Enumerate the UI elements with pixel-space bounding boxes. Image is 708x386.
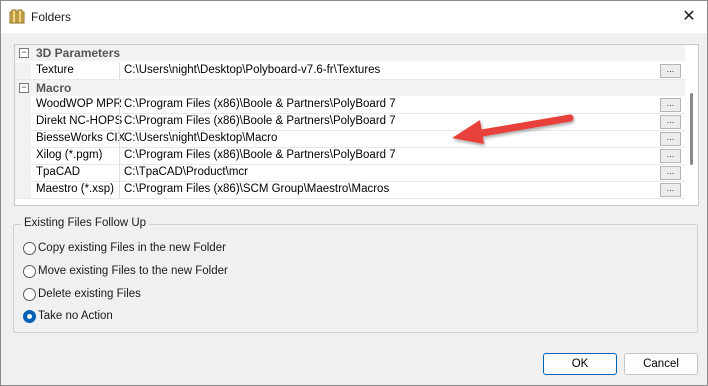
row-gutter [15, 62, 31, 79]
property-value[interactable]: C:\Program Files (x86)\Boole & Partners\… [124, 98, 396, 110]
browse-button[interactable]: ... [660, 98, 681, 112]
radio-button[interactable] [23, 265, 36, 278]
browse-button[interactable]: ... [660, 183, 681, 197]
property-row-xilog-pgm[interactable]: Xilog (*.pgm) C:\Program Files (x86)\Boo… [15, 147, 698, 165]
radio-label[interactable]: Take no Action [38, 310, 113, 322]
row-gutter [15, 113, 31, 130]
radio-button[interactable] [23, 242, 36, 255]
browse-button[interactable]: ... [660, 115, 681, 129]
radio-button[interactable] [23, 288, 36, 301]
close-icon: ✕ [682, 8, 696, 25]
property-name: WoodWOP MPR [36, 98, 122, 110]
property-row-tpacad[interactable]: TpaCAD C:\TpaCAD\Product\mcr ... [15, 164, 698, 182]
column-separator [119, 96, 120, 113]
column-separator [119, 164, 120, 181]
radio-label[interactable]: Delete existing Files [38, 288, 141, 300]
property-value[interactable]: C:\TpaCAD\Product\mcr [124, 166, 248, 178]
property-value[interactable]: C:\Users\night\Desktop\Macro [124, 132, 277, 144]
radio-button-selected[interactable] [23, 310, 36, 323]
browse-button[interactable]: ... [660, 132, 681, 146]
row-gutter [15, 181, 31, 198]
browse-button[interactable]: ... [660, 149, 681, 163]
property-value[interactable]: C:\Program Files (x86)\SCM Group\Maestro… [124, 183, 389, 195]
property-value[interactable]: C:\Users\night\Desktop\Polyboard-v7.6-fr… [124, 64, 380, 76]
collapse-icon[interactable]: − [19, 83, 29, 93]
property-value[interactable]: C:\Program Files (x86)\Boole & Partners\… [124, 149, 396, 161]
title-bar: Folders ✕ [1, 1, 707, 33]
category-3d-parameters[interactable]: − 3D Parameters [15, 45, 698, 61]
column-separator [119, 181, 120, 198]
radio-label[interactable]: Move existing Files to the new Folder [38, 265, 228, 277]
property-row-biesseworks-cix[interactable]: BiesseWorks CIX C:\Users\night\Desktop\M… [15, 130, 698, 148]
groupbox-title: Existing Files Follow Up [21, 217, 150, 229]
row-gutter [15, 96, 31, 113]
column-separator [119, 130, 120, 147]
collapse-icon[interactable]: − [19, 48, 29, 58]
folders-dialog: Folders ✕ − 3D Parameters Texture C:\Use… [0, 0, 708, 386]
browse-button[interactable]: ... [660, 166, 681, 180]
category-band [15, 80, 698, 96]
folders-app-icon [9, 9, 25, 24]
row-gutter [15, 164, 31, 181]
category-label: 3D Parameters [36, 46, 121, 60]
row-gutter [15, 147, 31, 164]
vertical-scrollbar[interactable] [685, 45, 698, 205]
property-name: Xilog (*.pgm) [36, 149, 103, 161]
category-label: Macro [36, 81, 72, 95]
property-name: Maestro (*.xsp) [36, 183, 114, 195]
existing-files-groupbox [13, 224, 698, 333]
red-arrow-annotation [452, 114, 574, 144]
property-row-texture[interactable]: Texture C:\Users\night\Desktop\Polyboard… [15, 62, 698, 80]
folder-property-grid: − 3D Parameters Texture C:\Users\night\D… [14, 44, 699, 206]
property-name: Texture [36, 64, 74, 76]
ok-button[interactable]: OK [543, 353, 617, 375]
cancel-button[interactable]: Cancel [624, 353, 698, 375]
radio-label[interactable]: Copy existing Files in the new Folder [38, 242, 226, 254]
column-separator [119, 147, 120, 164]
property-row-maestro-xsp[interactable]: Maestro (*.xsp) C:\Program Files (x86)\S… [15, 181, 698, 199]
category-macro[interactable]: − Macro [15, 80, 698, 96]
property-name: BiesseWorks CIX [36, 132, 126, 144]
column-separator [119, 62, 120, 79]
browse-button[interactable]: ... [660, 64, 681, 78]
property-row-woodwop-mpr[interactable]: WoodWOP MPR C:\Program Files (x86)\Boole… [15, 96, 698, 114]
column-separator [119, 113, 120, 130]
window-title: Folders [31, 10, 72, 24]
property-value[interactable]: C:\Program Files (x86)\Boole & Partners\… [124, 115, 396, 127]
property-row-direkt-nc-hops[interactable]: Direkt NC-HOPS C:\Program Files (x86)\Bo… [15, 113, 698, 131]
row-gutter [15, 130, 31, 147]
close-button[interactable]: ✕ [677, 7, 701, 27]
scrollbar-thumb[interactable] [690, 93, 693, 165]
property-name: TpaCAD [36, 166, 81, 178]
property-name: Direkt NC-HOPS [36, 115, 123, 127]
